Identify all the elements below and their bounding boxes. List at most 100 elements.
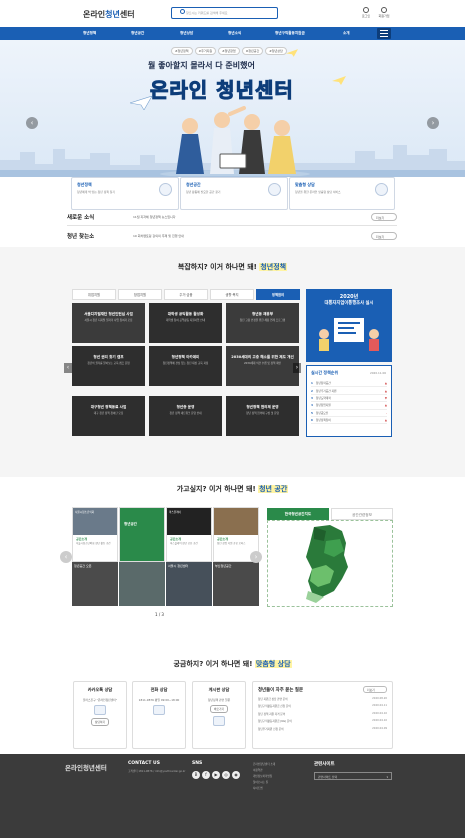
survey-illustration: [319, 318, 379, 351]
menu-button[interactable]: [377, 28, 391, 39]
rank-item[interactable]: 2 청년주거공간 지원 ▲: [311, 387, 387, 395]
kakao-consult-button[interactable]: 상담하기: [90, 718, 110, 726]
news-more-button[interactable]: 더보기: [371, 213, 397, 221]
chat-icon: [375, 183, 388, 196]
consult-heading: 궁금하지? 이거 하나면 돼! 맞춤형 상담: [173, 660, 292, 668]
search-icon: [180, 9, 185, 14]
chat-icon: [94, 705, 106, 715]
events-more-button[interactable]: 더보기: [371, 232, 397, 240]
space-next-button[interactable]: ›: [250, 551, 262, 563]
hero-tag[interactable]: #청년상담: [265, 47, 287, 55]
policy-tile[interactable]: 청년 권리 찾기 캠프 청년의 권리를 알아보는 교육 캠프 운영: [72, 346, 145, 386]
faq-item[interactable]: 2020.04.10 청년 정책 지원 자격 문의: [258, 712, 387, 716]
survey-banner[interactable]: 2020년 대통자지업이통행조사 실시: [306, 289, 392, 362]
tab-welfare[interactable]: 생활·복지: [210, 289, 254, 300]
hero-tag[interactable]: #청년창업: [218, 47, 240, 55]
phone-consult-box[interactable]: 전화 상담 1811-9876 평일 09:00~18:00: [132, 681, 186, 749]
tab-participation[interactable]: 정책참여: [256, 289, 300, 300]
rank-item[interactable]: 4 청년창업지원 ▲: [311, 402, 387, 410]
faq-box: 청년들이 자주 묻는 질문 더보기 2020.08.20 청년 지원금 상담 관련…: [252, 681, 393, 749]
faq-item[interactable]: 2020.04.11 청년구직활동지원금 신청 문의: [258, 704, 387, 708]
space-icon: [268, 183, 281, 196]
faq-item[interactable]: 2020.08.20 청년 지원금 상담 관련 문의: [258, 697, 387, 701]
tab-employment[interactable]: 취업지원: [72, 289, 116, 300]
user-plus-icon: [381, 7, 387, 13]
youth-people-illustration: [160, 106, 310, 176]
hero-subtitle: 뭘 좋아할지 몰라서 다 준비했어: [148, 61, 255, 70]
footer-link[interactable]: 개인정보처리방침: [253, 774, 272, 778]
faq-item[interactable]: 2020.04.09 청년주거지원 신청 문의: [258, 727, 387, 731]
footer-link[interactable]: 온라인청년센터 소개: [253, 762, 275, 766]
space-heading: 가고싶지? 이거 하나면 돼! 청년 공간: [176, 485, 289, 493]
policy-tile[interactable]: 서울디지털재단 청년인턴십 사업 서울시 청년 디지털 일자리 사업 참여자 모집: [72, 303, 145, 343]
policy-tile[interactable]: 대구청년 정책동료 사업 대구 청년 정책 참여단 모집: [72, 396, 145, 436]
events-text[interactable]: 10 회차멘토링 강의의 주제 및 진행 안내: [133, 234, 184, 238]
policy-tile[interactable]: 청년층 운영 청년 정책 네트워크 운영 안내: [149, 396, 222, 436]
space-card-feature[interactable]: 청년공간: [119, 507, 165, 562]
board-consult-button[interactable]: 바로가기: [209, 705, 229, 713]
blog-icon[interactable]: B: [192, 771, 200, 779]
policy-tile[interactable]: 청년정책 협의체 운영 청년 정책 협의체 구성 및 운영: [226, 396, 299, 436]
contact-heading: CONTACT US: [128, 761, 160, 766]
space-card[interactable]: 마스플레이 공간소개 마스플레이 청년 공유 공간: [166, 507, 212, 562]
rank-item[interactable]: 3 청년도약계좌 ▼: [311, 395, 387, 403]
kakao-icon[interactable]: ◉: [232, 771, 240, 779]
footer-link[interactable]: 찾아오시는 길: [253, 780, 268, 784]
nav-item-about[interactable]: 소개: [343, 31, 350, 36]
space-prev-button[interactable]: ‹: [60, 551, 72, 563]
sns-heading: SNS: [192, 761, 203, 766]
space-photo[interactable]: 부산청년공간: [213, 562, 259, 606]
related-heading: 관련사이트: [314, 762, 335, 767]
news-text[interactable]: 11월 지자체 청년정책 뉴스입니다: [133, 215, 176, 219]
paper-plane-icon: [130, 96, 152, 110]
space-photo[interactable]: 청년공간 오픈: [72, 562, 118, 606]
tab-housing[interactable]: 주거·금융: [164, 289, 208, 300]
rank-item[interactable]: 6 청년정책참여 ▲: [311, 417, 387, 425]
space-photo[interactable]: 서울시 청년센터: [166, 562, 212, 606]
nav-item-consult[interactable]: 청년상담: [180, 31, 193, 36]
policy-tile[interactable]: 청년정책 아카데미 청년정책에 관심 있는 청년 대상 교육 과정: [149, 346, 222, 386]
hero-tag[interactable]: #주거지원: [194, 47, 217, 55]
rank-item[interactable]: 1 청년창작공간 ▲: [311, 380, 387, 388]
user-icon: [363, 7, 369, 13]
nav-item-news[interactable]: 청년소식: [228, 31, 241, 36]
faq-item[interactable]: 2020.04.10 청년구직활동지원금 (KG) 문의: [258, 719, 387, 723]
faq-more-button[interactable]: 더보기: [363, 686, 387, 693]
instagram-icon[interactable]: ◎: [222, 771, 230, 779]
login-button[interactable]: 로그인: [357, 7, 375, 18]
korea-map[interactable]: [267, 520, 393, 607]
hero-title: 온라인 청년센터: [150, 78, 294, 103]
nav-item-space[interactable]: 청년공간: [131, 31, 144, 36]
hero-tag[interactable]: #청년정책: [171, 47, 193, 55]
policy-tile[interactable]: 대학생 공익활동 활성화 대학생 참여 공익활동 지원사업 안내: [149, 303, 222, 343]
space-card[interactable]: 서울시청소년의회 공간소개 서울시청소년의회 청년 활동 공간: [72, 507, 118, 562]
policy-tile[interactable]: 2030세대의 고충 해소를 위한 제도 개선 2030세대 의견 수렴 및 정책…: [226, 346, 299, 386]
policy-icon: [159, 183, 172, 196]
site-logo[interactable]: 온라인청년센터: [83, 9, 135, 20]
kakao-consult-box[interactable]: 카카오톡 상담 플러스친구 "온라인청년센터" 상담하기: [73, 681, 127, 749]
policy-next-button[interactable]: ›: [293, 363, 301, 373]
board-consult-box[interactable]: 게시판 상담 청년정책 관련 질문 바로가기: [192, 681, 246, 749]
footer-link[interactable]: 사이트맵: [253, 786, 263, 790]
policy-ranking: 실시간 정책순위 2020.11.06 1 청년창작공간 ▲ 2 청년주거공간 지원 ▲…: [306, 365, 392, 437]
paper-plane-icon: [332, 76, 346, 85]
space-photo[interactable]: [119, 562, 165, 606]
signup-button[interactable]: 회원가입: [375, 7, 393, 18]
hero-next-button[interactable]: ›: [427, 117, 439, 129]
search-input[interactable]: 찾으시는 키워드를 검색해 주세요: [171, 7, 278, 19]
facebook-icon[interactable]: f: [202, 771, 210, 779]
hero-tag[interactable]: #청년공간: [241, 47, 264, 55]
footer-link[interactable]: 이용약관: [253, 768, 263, 772]
tab-space-map[interactable]: 한국청년공간지도: [267, 508, 329, 520]
tab-startup[interactable]: 창업지원: [118, 289, 162, 300]
space-pager[interactable]: 1 / 3: [155, 612, 164, 617]
youtube-icon[interactable]: ▶: [212, 771, 220, 779]
nav-item-allowance[interactable]: 청년구직활동지원금: [275, 31, 305, 36]
tab-space-info[interactable]: 공간관련정보: [331, 508, 393, 520]
policy-prev-button[interactable]: ‹: [64, 363, 72, 373]
policy-tile[interactable]: 청년동 채용부 청년 고용 안정을 위한 채용 연계 프로그램: [226, 303, 299, 343]
hero-prev-button[interactable]: ‹: [26, 117, 38, 129]
rank-item[interactable]: 5 청년공모전 -: [311, 410, 387, 417]
related-site-select[interactable]: 관련사이트 선택 ▾: [314, 772, 392, 780]
nav-item-policy[interactable]: 청년정책: [83, 31, 96, 36]
